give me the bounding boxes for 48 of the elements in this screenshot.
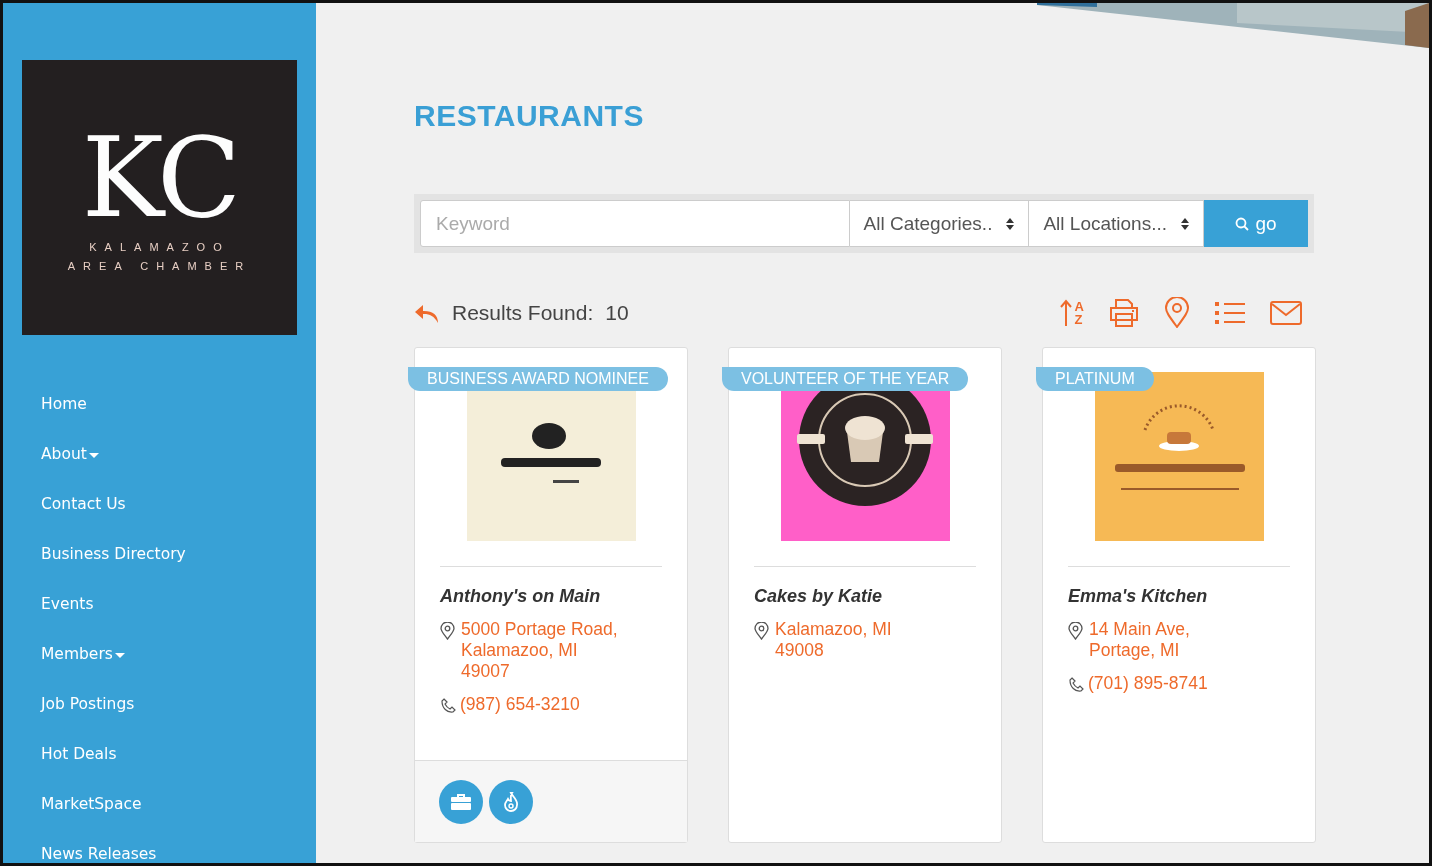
logo-letters: KC	[81, 122, 238, 233]
nav-link[interactable]: Members	[22, 645, 297, 695]
nav-link[interactable]: News Releases	[22, 845, 297, 863]
page-title: RESTAURANTS	[414, 98, 645, 134]
map-pin-icon	[440, 622, 455, 640]
briefcase-button[interactable]	[439, 779, 483, 824]
map-pin-icon	[754, 622, 769, 640]
phone-icon	[440, 697, 458, 715]
list-icon[interactable]	[1214, 299, 1246, 326]
address-link[interactable]: Kalamazoo, MI 49008	[775, 619, 892, 661]
nav-link[interactable]: Events	[22, 595, 297, 645]
flame-icon	[503, 791, 519, 812]
nav-link[interactable]: About	[22, 445, 297, 495]
phone-link[interactable]: (701) 895-8741	[1088, 673, 1208, 694]
search-icon	[1235, 216, 1250, 231]
nav-link[interactable]: Job Postings	[22, 695, 297, 745]
search-button[interactable]: go	[1204, 200, 1308, 247]
address-link[interactable]: 5000 Portage Road, Kalamazoo, MI 49007	[461, 619, 618, 682]
badge: BUSINESS AWARD NOMINEE	[408, 367, 668, 391]
business-name[interactable]: Anthony's on Main	[440, 586, 662, 607]
business-name[interactable]: Cakes by Katie	[754, 586, 976, 607]
nav-link[interactable]: Hot Deals	[22, 745, 297, 795]
phone-link[interactable]: (987) 654-3210	[460, 694, 580, 715]
nav-link[interactable]: Contact Us	[22, 495, 297, 545]
nav-link[interactable]: MarketSpace	[22, 795, 297, 845]
logo-text: AREA CHAMBER	[67, 259, 252, 273]
logo-text: KALAMAZOO	[89, 240, 230, 254]
flame-button[interactable]	[489, 779, 533, 824]
nav-link[interactable]: Business Directory	[22, 545, 297, 595]
keyword-field[interactable]: Keyword	[420, 200, 850, 247]
map-pin-icon[interactable]	[1164, 297, 1190, 328]
phone-icon	[1068, 676, 1086, 694]
briefcase-icon	[451, 793, 471, 810]
badge: PLATINUM	[1036, 367, 1154, 391]
business-name[interactable]: Emma's Kitchen	[1068, 586, 1290, 607]
location-select[interactable]: All Locations...	[1029, 200, 1204, 247]
email-icon[interactable]	[1270, 300, 1302, 325]
logo[interactable]: KC KALAMAZOO AREA CHAMBER	[22, 60, 297, 335]
results-label: Results Found:	[452, 300, 594, 325]
badge: VOLUNTEER OF THE YEAR	[722, 367, 969, 391]
map-pin-icon	[1068, 622, 1083, 640]
results-count: 10	[605, 300, 629, 325]
print-icon[interactable]	[1108, 297, 1140, 328]
caret-icon	[114, 653, 125, 658]
category-select[interactable]: All Categories..	[849, 200, 1030, 247]
nav-link[interactable]: Home	[22, 395, 297, 445]
caret-icon	[88, 453, 99, 458]
address-link[interactable]: 14 Main Ave, Portage, MI	[1089, 619, 1190, 661]
